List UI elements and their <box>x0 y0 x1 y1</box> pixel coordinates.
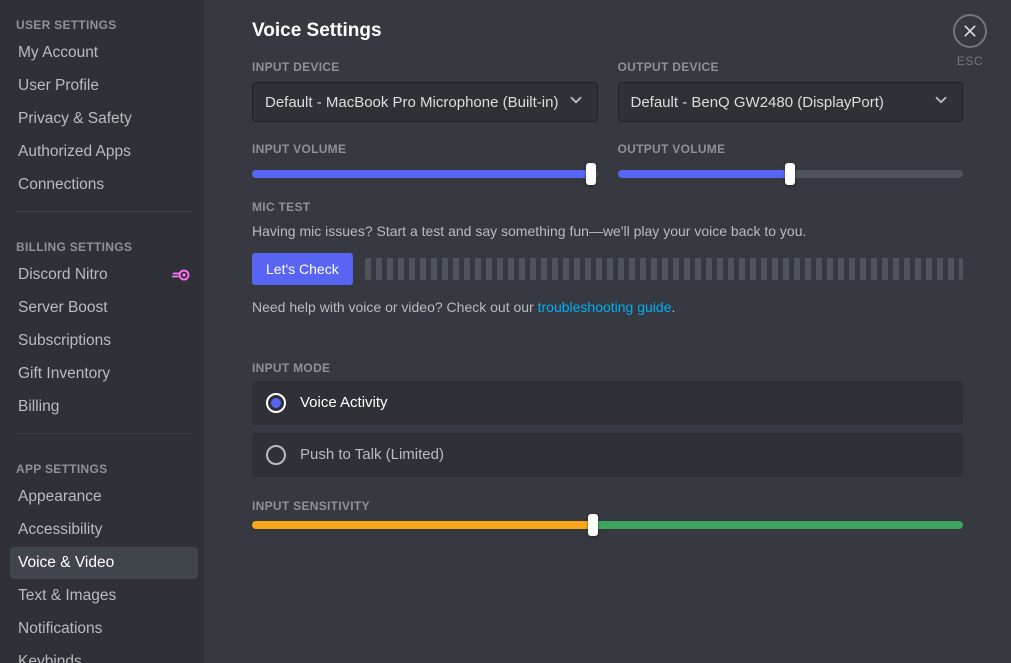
sidebar-item-authorized-apps[interactable]: Authorized Apps <box>10 136 198 168</box>
sidebar-item-label: Connections <box>18 176 104 194</box>
sidebar-header-app-settings: APP SETTINGS <box>10 444 198 480</box>
close-icon <box>953 14 987 48</box>
sidebar-item-discord-nitro[interactable]: Discord Nitro <box>10 259 198 291</box>
input-volume-slider[interactable] <box>252 170 598 178</box>
chevron-down-icon <box>559 91 585 113</box>
mic-test-desc: Having mic issues? Start a test and say … <box>252 222 963 241</box>
input-device-label: INPUT DEVICE <box>252 60 598 74</box>
input-sensitivity-slider[interactable] <box>252 521 963 529</box>
sidebar-item-connections[interactable]: Connections <box>10 169 198 201</box>
sidebar-item-server-boost[interactable]: Server Boost <box>10 292 198 324</box>
close-button[interactable]: ESC <box>953 14 987 68</box>
sidebar-item-user-profile[interactable]: User Profile <box>10 70 198 102</box>
radio-label: Push to Talk (Limited) <box>300 446 444 463</box>
sidebar-item-notifications[interactable]: Notifications <box>10 613 198 645</box>
sidebar-item-label: Discord Nitro <box>18 266 108 284</box>
help-prefix: Need help with voice or video? Check out… <box>252 299 538 315</box>
slider-thumb[interactable] <box>588 514 598 536</box>
sidebar-header-billing-settings: BILLING SETTINGS <box>10 222 198 258</box>
output-volume-slider[interactable] <box>618 170 964 178</box>
sidebar-item-label: Gift Inventory <box>18 365 110 383</box>
sidebar-item-billing[interactable]: Billing <box>10 391 198 423</box>
output-device-label: OUTPUT DEVICE <box>618 60 964 74</box>
sidebar-item-voice-video[interactable]: Voice & Video <box>10 547 198 579</box>
output-device-select[interactable]: Default - BenQ GW2480 (DisplayPort) <box>618 82 964 122</box>
input-sensitivity-label: INPUT SENSITIVITY <box>252 499 963 513</box>
sidebar-divider <box>16 433 192 434</box>
sidebar-divider <box>16 211 192 212</box>
voice-help-text: Need help with voice or video? Check out… <box>252 299 963 315</box>
radio-unselected-icon <box>266 445 286 465</box>
sidebar-item-label: Text & Images <box>18 587 116 605</box>
sidebar-item-subscriptions[interactable]: Subscriptions <box>10 325 198 357</box>
nitro-badge-icon <box>172 269 190 281</box>
sidebar-item-label: Accessibility <box>18 521 102 539</box>
output-device-value: Default - BenQ GW2480 (DisplayPort) <box>631 94 925 111</box>
input-device-value: Default - MacBook Pro Microphone (Built-… <box>265 94 559 111</box>
sidebar-item-label: Authorized Apps <box>18 143 131 161</box>
slider-thumb[interactable] <box>785 163 795 185</box>
sidebar-item-gift-inventory[interactable]: Gift Inventory <box>10 358 198 390</box>
sidebar-item-accessibility[interactable]: Accessibility <box>10 514 198 546</box>
help-suffix: . <box>672 299 676 315</box>
sidebar-item-privacy-safety[interactable]: Privacy & Safety <box>10 103 198 135</box>
sidebar-item-label: Appearance <box>18 488 102 506</box>
slider-fill <box>252 170 591 178</box>
troubleshooting-link[interactable]: troubleshooting guide <box>538 299 672 315</box>
sidebar-item-label: Keybinds <box>18 653 82 663</box>
mic-test-label: MIC TEST <box>252 200 963 214</box>
sidebar-header-user-settings: USER SETTINGS <box>10 0 198 36</box>
sidebar-item-label: My Account <box>18 44 98 62</box>
sidebar-item-label: Voice & Video <box>18 554 114 572</box>
sidebar-item-label: Server Boost <box>18 299 108 317</box>
sidebar-item-keybinds[interactable]: Keybinds <box>10 646 198 663</box>
sidebar-item-label: User Profile <box>18 77 99 95</box>
radio-label: Voice Activity <box>300 394 388 411</box>
sidebar-item-appearance[interactable]: Appearance <box>10 481 198 513</box>
sidebar-item-label: Subscriptions <box>18 332 111 350</box>
input-mode-push-to-talk[interactable]: Push to Talk (Limited) <box>252 433 963 477</box>
sidebar-item-label: Privacy & Safety <box>18 110 132 128</box>
slider-fill <box>618 170 791 178</box>
mic-test-button[interactable]: Let's Check <box>252 253 353 285</box>
input-mode-voice-activity[interactable]: Voice Activity <box>252 381 963 425</box>
mic-level-meter <box>365 258 963 280</box>
settings-sidebar: USER SETTINGS My Account User Profile Pr… <box>0 0 204 663</box>
sidebar-item-label: Billing <box>18 398 59 416</box>
output-volume-label: OUTPUT VOLUME <box>618 142 964 156</box>
radio-selected-icon <box>266 393 286 413</box>
sidebar-item-my-account[interactable]: My Account <box>10 37 198 69</box>
input-volume-label: INPUT VOLUME <box>252 142 598 156</box>
input-device-select[interactable]: Default - MacBook Pro Microphone (Built-… <box>252 82 598 122</box>
chevron-down-icon <box>924 91 950 113</box>
close-esc-label: ESC <box>953 54 987 68</box>
slider-thumb[interactable] <box>586 163 596 185</box>
page-title: Voice Settings <box>252 20 963 42</box>
input-mode-label: INPUT MODE <box>252 361 963 375</box>
sidebar-item-label: Notifications <box>18 620 102 638</box>
sidebar-item-text-images[interactable]: Text & Images <box>10 580 198 612</box>
settings-content: ESC Voice Settings INPUT DEVICE Default … <box>204 0 1011 663</box>
